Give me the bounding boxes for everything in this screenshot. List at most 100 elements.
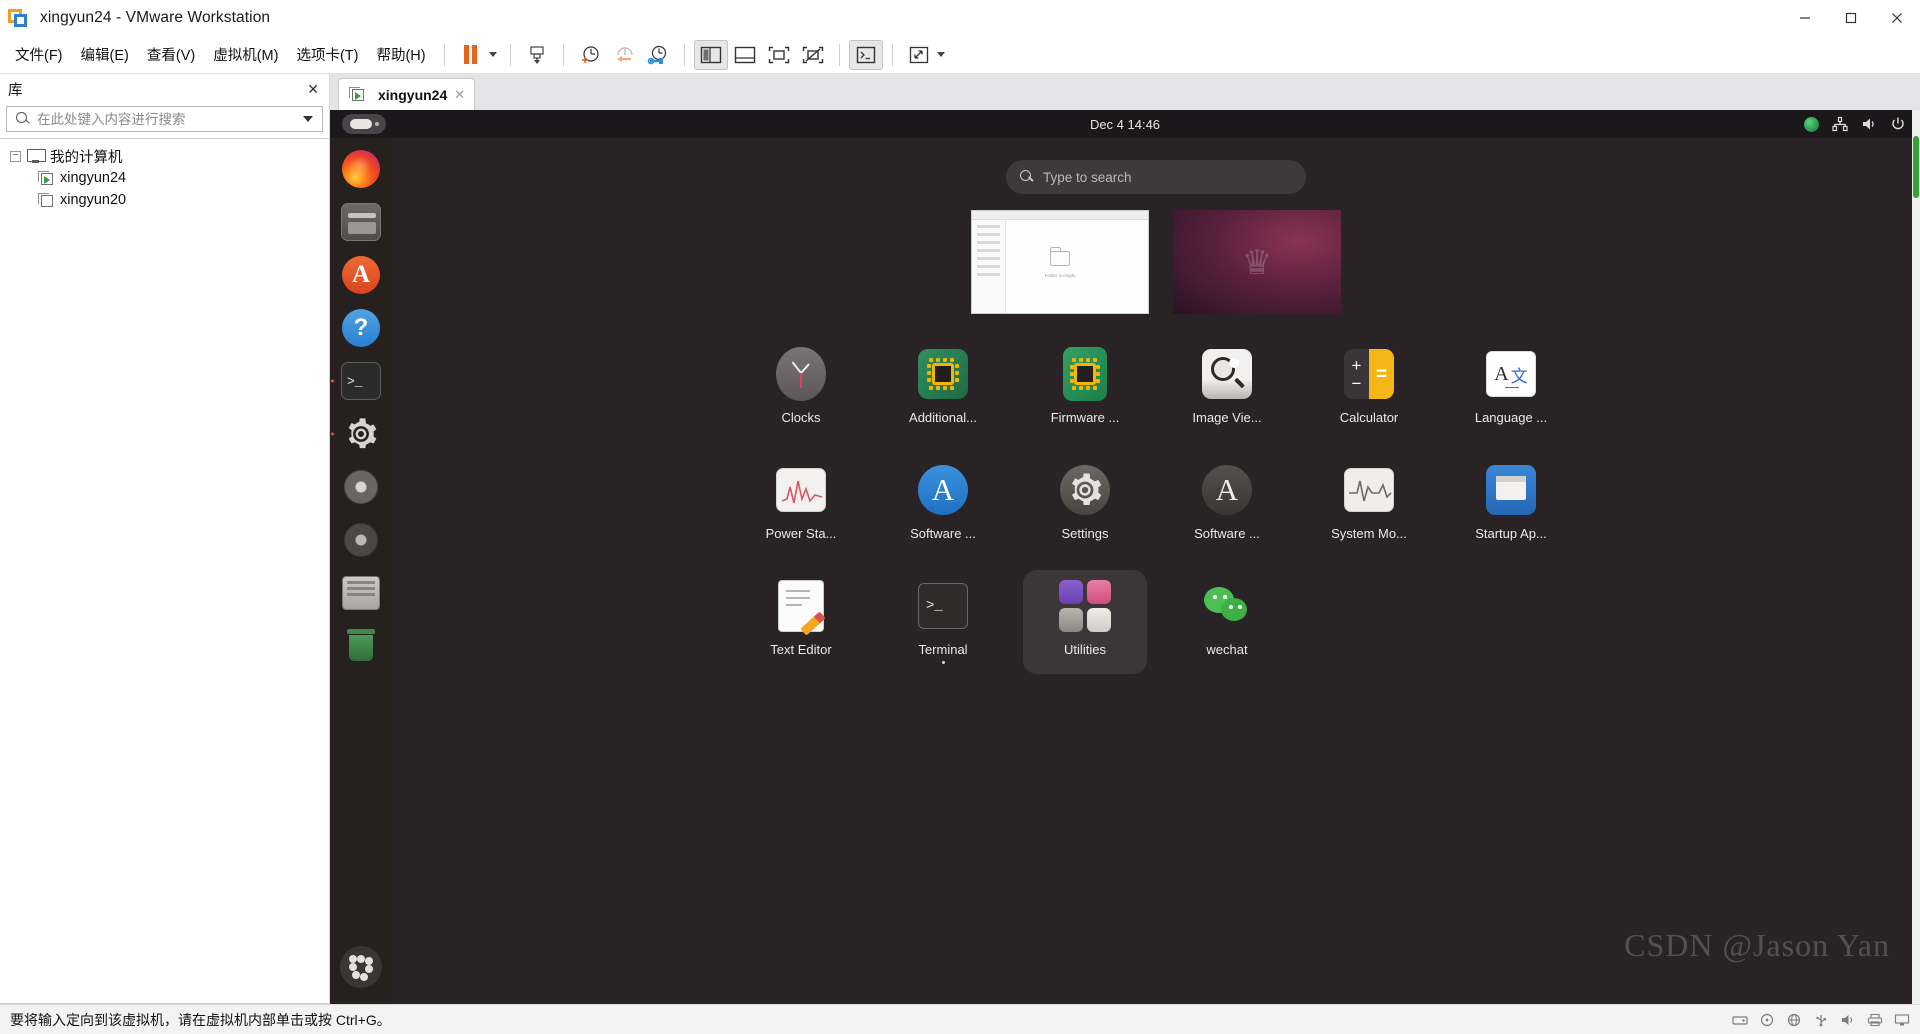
close-button[interactable]: [1874, 0, 1920, 36]
dock-item-trash[interactable]: [338, 623, 384, 669]
tab-xingyun24[interactable]: xingyun24 ✕: [338, 78, 476, 110]
app-terminal[interactable]: >_ Terminal: [881, 570, 1005, 674]
status-printer-icon[interactable]: [1867, 1013, 1883, 1027]
maximize-button[interactable]: [1828, 0, 1874, 36]
suspend-button[interactable]: [454, 40, 488, 70]
expander-icon[interactable]: −: [10, 150, 21, 162]
chevron-down-icon[interactable]: [936, 52, 945, 57]
app-language-support[interactable]: A文 Language ...: [1449, 338, 1573, 442]
app-image-viewer[interactable]: Image Vie...: [1165, 338, 1289, 442]
snapshot-take-button[interactable]: [520, 40, 554, 70]
app-utilities[interactable]: Utilities: [1023, 570, 1147, 674]
app-label: Software ...: [1194, 526, 1260, 541]
status-harddisk-icon[interactable]: [1732, 1013, 1748, 1027]
workspace-dot-icon: [374, 122, 379, 126]
show-library-button[interactable]: [693, 39, 728, 70]
dock-item-files[interactable]: [338, 199, 384, 245]
menu-tabs[interactable]: 选项卡(T): [287, 39, 367, 70]
app-text-editor[interactable]: Text Editor: [739, 570, 863, 674]
tree-item-xingyun20[interactable]: xingyun20: [28, 189, 329, 211]
menu-file[interactable]: 文件(F): [6, 39, 72, 70]
revert-snapshot-button[interactable]: [607, 40, 641, 70]
app-label: Terminal: [918, 642, 968, 657]
gnome-dock: A ? >_: [330, 138, 392, 1004]
chevron-down-icon[interactable]: [488, 52, 497, 57]
language-indicator-icon[interactable]: [1804, 116, 1819, 132]
menu-edit[interactable]: 编辑(E): [72, 39, 138, 70]
app-startup-applications[interactable]: Startup Ap...: [1449, 454, 1573, 558]
guest-display[interactable]: Dec 4 14:46 A ? >_ Type to search Folder…: [330, 110, 1920, 1004]
app-label: Firmware ...: [1050, 410, 1120, 425]
dock-item-help[interactable]: ?: [338, 305, 384, 351]
dock-item-archive[interactable]: [338, 570, 384, 616]
status-sound-icon[interactable]: [1840, 1013, 1856, 1027]
guest-scrollbar[interactable]: [1912, 110, 1920, 1004]
activities-button[interactable]: [342, 114, 386, 134]
app-system-monitor[interactable]: System Mo...: [1307, 454, 1431, 558]
chevron-down-icon[interactable]: [303, 116, 313, 122]
dock-item-settings[interactable]: [338, 411, 384, 457]
volume-icon[interactable]: [1861, 116, 1877, 132]
app-label: Utilities: [1064, 642, 1106, 657]
app-firmware-updater[interactable]: Firmware ...: [1023, 338, 1147, 442]
guest-scrollbar-thumb[interactable]: [1913, 136, 1919, 198]
dock-item-disk-1[interactable]: [338, 464, 384, 510]
dock-item-terminal[interactable]: >_: [338, 358, 384, 404]
terminal-icon: >_: [341, 362, 381, 400]
network-icon[interactable]: [1832, 116, 1848, 132]
crown-wallpaper-icon: ♛: [1241, 244, 1273, 282]
status-display-icon[interactable]: [1894, 1013, 1910, 1027]
unity-mode-button[interactable]: [848, 39, 883, 70]
status-usb-icon[interactable]: [1813, 1013, 1829, 1027]
console-view-icon: [768, 46, 789, 63]
search-input[interactable]: [37, 111, 303, 127]
power-icon[interactable]: [1890, 116, 1906, 132]
app-settings[interactable]: Settings: [1023, 454, 1147, 558]
tree-item-xingyun24[interactable]: xingyun24: [28, 167, 329, 189]
show-console-view-button[interactable]: [762, 40, 796, 70]
app-label: Power Sta...: [765, 526, 837, 541]
menu-help[interactable]: 帮助(H): [367, 39, 434, 70]
workspace-thumbnail-files[interactable]: Folder is empty: [971, 210, 1149, 314]
status-cdrom-icon[interactable]: [1759, 1013, 1775, 1027]
system-monitor-icon: [1341, 462, 1397, 518]
library-search-box[interactable]: [6, 106, 323, 132]
app-software-updater[interactable]: A Software ...: [881, 454, 1005, 558]
toolbar-separator: [683, 43, 685, 66]
system-status-area[interactable]: [1804, 116, 1906, 132]
app-power-statistics[interactable]: Power Sta...: [739, 454, 863, 558]
tab-close-icon[interactable]: ✕: [454, 87, 465, 103]
app-wechat[interactable]: wechat: [1165, 570, 1289, 674]
manage-snapshots-button[interactable]: [641, 40, 675, 70]
workspace-thumbnail-desktop[interactable]: ♛: [1173, 210, 1341, 314]
app-calculator[interactable]: + − = Calculator: [1307, 338, 1431, 442]
hide-console-view-button[interactable]: [796, 40, 830, 70]
title-bar: xingyun24 - VMware Workstation: [0, 0, 1920, 36]
minimize-button[interactable]: [1782, 0, 1828, 36]
library-panel: 库 ✕ − 我的计算机: [0, 74, 330, 1004]
app-clocks[interactable]: Clocks: [739, 338, 863, 442]
app-additional-drivers[interactable]: Additional...: [881, 338, 1005, 442]
clock-plus-icon: [581, 45, 599, 63]
app-software-sources[interactable]: A Software ...: [1165, 454, 1289, 558]
search-icon: [1020, 170, 1034, 184]
fullscreen-button[interactable]: [902, 40, 936, 70]
dock-item-show-applications[interactable]: [338, 944, 384, 990]
menu-toolbar: 文件(F) 编辑(E) 查看(V) 虚拟机(M) 选项卡(T) 帮助(H): [0, 36, 1920, 74]
overview-search-box[interactable]: Type to search: [1006, 160, 1306, 194]
tree-root-my-computer[interactable]: − 我的计算机: [0, 145, 329, 167]
main-body: 库 ✕ − 我的计算机: [0, 74, 1920, 1004]
dock-item-disk-2[interactable]: [338, 517, 384, 563]
status-network-icon[interactable]: [1786, 1013, 1802, 1027]
tree-item-label: xingyun24: [60, 170, 127, 186]
menu-vm[interactable]: 虚拟机(M): [204, 39, 287, 70]
dock-item-firefox[interactable]: [338, 146, 384, 192]
snapshot-manager-button[interactable]: [573, 40, 607, 70]
show-thumbnail-bar-button[interactable]: [728, 40, 762, 70]
library-close-icon[interactable]: ✕: [307, 81, 319, 98]
clock-label[interactable]: Dec 4 14:46: [330, 117, 1920, 132]
settings-icon: [1057, 462, 1113, 518]
menu-view[interactable]: 查看(V): [138, 39, 204, 70]
search-icon: [15, 111, 31, 127]
dock-item-ubuntu-software[interactable]: A: [338, 252, 384, 298]
